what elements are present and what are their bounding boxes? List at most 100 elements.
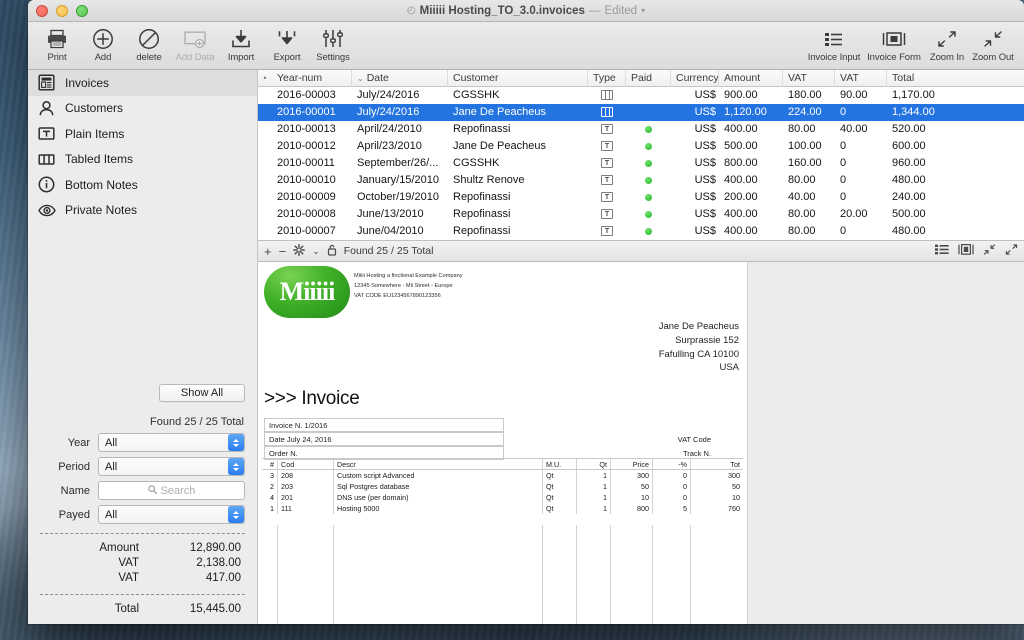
vat2-value: 417.00 (205, 571, 241, 584)
period-select[interactable]: All (98, 457, 245, 476)
column-header-currency[interactable]: Currency (671, 69, 719, 87)
list-view-icon[interactable] (935, 244, 949, 258)
line-item-row[interactable]: 2 203 Sql Postgres database Qt 1 50 0 50 (262, 481, 743, 492)
invoice-icon (37, 73, 56, 92)
line-item-row[interactable]: 1 111 Hosting 5000 Qt 1 800 5 760 (262, 503, 743, 514)
cell-date: July/24/2016 (357, 89, 420, 101)
minimize-button[interactable] (56, 5, 68, 17)
column-header-year-num[interactable]: Year-num (272, 69, 352, 87)
table-row[interactable]: 2010-00012 April/23/2010 Jane De Peacheus T… (258, 138, 1024, 155)
invoice-list: • Year-num ⌄ Date Customer Type Paid Curr… (258, 69, 1024, 241)
invoice-date-field[interactable]: Date July 24, 2016 (264, 432, 504, 446)
chevron-down-icon[interactable]: ▾ (641, 6, 645, 15)
preview-found-label: Found 25 / 25 Total (343, 245, 434, 257)
cell-vat2: 0 (840, 174, 847, 186)
item-code: 201 (278, 492, 334, 503)
payed-select[interactable]: All (98, 505, 245, 524)
lock-icon[interactable] (327, 244, 337, 258)
show-all-button[interactable]: Show All (159, 384, 245, 402)
item-total: 300 (728, 471, 740, 480)
zoom-in-icon[interactable] (1005, 244, 1018, 258)
column-header-date[interactable]: ⌄ Date (352, 69, 448, 87)
table-row[interactable]: 2010-00007 June/04/2010 Repofinassi T US$ 400… (258, 223, 1024, 240)
document-preview-area[interactable]: Miiiii Miiiii Hosting a finctional Examp… (258, 262, 1024, 624)
form-view-icon[interactable] (958, 244, 974, 258)
amount-label: Amount (99, 541, 139, 554)
column-label: Amount (724, 71, 761, 84)
table-row[interactable]: 2016-00003 July/24/2016 CGSSHK US$ 900.00 180… (258, 87, 1024, 104)
grid-col (653, 525, 691, 624)
remove-record-button[interactable]: − (279, 245, 287, 258)
cell-paid (626, 87, 671, 104)
close-button[interactable] (36, 5, 48, 17)
gear-icon[interactable] (293, 244, 306, 258)
cell-amount: 400.00 (724, 208, 758, 220)
column-header-customer[interactable]: Customer (448, 69, 588, 87)
settings-button[interactable]: Settings (310, 24, 356, 63)
item-number: 1 (262, 503, 278, 514)
cell-vat1: 224.00 (788, 106, 822, 118)
table-row[interactable]: 2010-00013 April/24/2010 Repofinassi T US$ 40… (258, 121, 1024, 138)
table-row[interactable]: 2010-00011 September/26/... CGSSHK T US$ 800.… (258, 155, 1024, 172)
chevron-down-icon[interactable]: ⌄ (312, 246, 320, 256)
window-title-text: Miiiii Hosting_TO_3.0.invoices (419, 4, 585, 17)
main-toolbar: Print Add delete Add Data Import Export … (28, 22, 1024, 70)
zoom-out-button[interactable]: Zoom Out (970, 24, 1016, 63)
table-row[interactable]: 2010-00008 June/13/2010 Repofinassi T US$ 400… (258, 206, 1024, 223)
sliders-icon (322, 27, 344, 51)
zoom-out-icon[interactable] (983, 244, 996, 258)
document-title: >>> Invoice (264, 388, 360, 409)
year-select[interactable]: All (98, 433, 245, 452)
item-price: 50 (611, 481, 653, 492)
export-button[interactable]: Export (264, 24, 310, 63)
item-qty: 1 (577, 503, 611, 514)
col-code: Cod (278, 459, 334, 469)
table-row[interactable]: 2010-00010 January/15/2010 Shultz Renove T U… (258, 172, 1024, 189)
column-header-vat2[interactable]: VAT (835, 69, 887, 87)
tabled-type-icon (601, 90, 613, 101)
payed-stepper-icon[interactable] (228, 506, 244, 523)
add-button[interactable]: Add (80, 24, 126, 63)
column-header-paid[interactable]: Paid (626, 69, 671, 87)
import-button[interactable]: Import (218, 24, 264, 63)
line-item-row[interactable]: 4 201 DNS use (per domain) Qt 1 10 0 10 (262, 492, 743, 503)
column-header-vat1[interactable]: VAT (783, 69, 835, 87)
zoom-in-button[interactable]: Zoom In (924, 24, 970, 63)
sidebar-item-tabled-items[interactable]: Tabled Items (28, 147, 257, 173)
period-value: All (105, 460, 118, 473)
invoice-form-button[interactable]: Invoice Form (864, 24, 924, 63)
sidebar-item-label: Bottom Notes (65, 177, 138, 192)
vat-code-label: VAT Code (677, 435, 711, 444)
company-logo: Miiiii (264, 266, 350, 318)
cell-type: T (588, 189, 626, 206)
add-record-button[interactable]: + (264, 245, 272, 258)
zoom-button[interactable] (76, 5, 88, 17)
name-search-field[interactable]: Search (98, 481, 245, 500)
sidebar-item-invoices[interactable]: Invoices (28, 70, 257, 96)
column-header-amount[interactable]: Amount (719, 69, 783, 87)
period-stepper-icon[interactable] (228, 458, 244, 475)
invoice-number-field[interactable]: Invoice N. 1/2016 (264, 418, 504, 432)
line-item-row[interactable]: 3 208 Custom script Advanced Qt 1 300 0 300 (262, 470, 743, 481)
column-header-total[interactable]: Total (887, 70, 977, 87)
invoice-input-button[interactable]: Invoice Input (804, 24, 864, 63)
year-stepper-icon[interactable] (228, 434, 244, 451)
item-number: 3 (262, 470, 278, 481)
sidebar-item-bottom-notes[interactable]: Bottom Notes (28, 172, 257, 198)
print-button[interactable]: Print (34, 24, 80, 63)
sidebar-item-private-notes[interactable]: Private Notes (28, 198, 257, 224)
window-body: Invoices Customers Plain Items Tabled It… (28, 69, 1024, 624)
delete-button[interactable]: delete (126, 24, 172, 63)
table-row[interactable]: 2010-00009 October/19/2010 Repofinassi T US$… (258, 189, 1024, 206)
column-header-type[interactable]: Type (588, 69, 626, 87)
sidebar-item-plain-items[interactable]: Plain Items (28, 121, 257, 147)
import-icon (230, 27, 252, 51)
cell-vat1: 80.00 (788, 208, 816, 220)
filter-row-year: Year All (40, 433, 245, 452)
sort-chevron-icon: ⌄ (357, 73, 364, 83)
item-total: 760 (728, 504, 740, 513)
table-row[interactable]: 2016-00001 July/24/2016 Jane De Peacheus US… (258, 104, 1024, 121)
sidebar-item-label: Plain Items (65, 126, 125, 141)
sidebar-item-customers[interactable]: Customers (28, 96, 257, 122)
cell-year-num: 2010-00013 (277, 123, 336, 135)
